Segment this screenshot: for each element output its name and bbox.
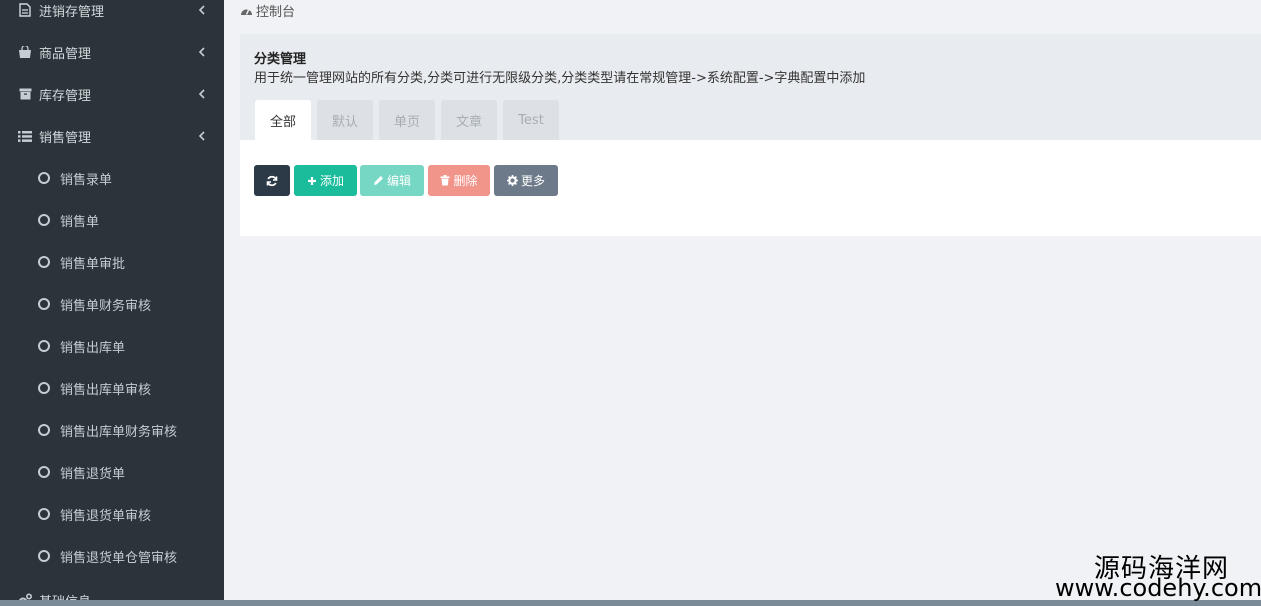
sidebar-subitem-sales-return-warehouse-review[interactable]: 销售退货单仓管审核	[0, 535, 224, 577]
more-button[interactable]: 更多	[494, 165, 558, 196]
circle-icon	[38, 298, 50, 310]
edit-button-label: 编辑	[386, 174, 411, 188]
chevron-left-icon	[198, 3, 206, 17]
dashboard-icon	[240, 5, 253, 16]
sidebar-subitem-sales-order-finance-review[interactable]: 销售单财务审核	[0, 283, 224, 325]
watermark-url: www.codehy.com	[1055, 574, 1261, 602]
gear-icon	[506, 175, 518, 186]
sidebar-subitem-label: 销售退货单审核	[60, 508, 152, 524]
chevron-left-icon	[198, 87, 206, 101]
tab-test[interactable]: Test	[503, 100, 559, 140]
circle-icon	[38, 382, 50, 394]
sidebar-item-sales[interactable]: 销售管理	[0, 115, 224, 157]
refresh-icon	[266, 175, 278, 187]
sidebar-subitem-label: 销售退货单	[60, 466, 126, 482]
sidebar-subitem-sales-outbound-finance-review[interactable]: 销售出库单财务审核	[0, 409, 224, 451]
sidebar-item-label: 库存管理	[39, 88, 92, 104]
delete-button-label: 删除	[453, 174, 478, 188]
sidebar-subitem-label: 销售退货单仓管审核	[60, 550, 178, 566]
circle-icon	[38, 214, 50, 226]
circle-icon	[38, 550, 50, 562]
tab-article[interactable]: 文章	[441, 100, 497, 140]
page-description: 用于统一管理网站的所有分类,分类可进行无限级分类,分类类型请在常规管理->系统配…	[254, 71, 866, 86]
tab-all[interactable]: 全部	[255, 100, 311, 140]
tab-single-page[interactable]: 单页	[379, 100, 435, 140]
sidebar-item-inventory-system[interactable]: 进销存管理	[0, 0, 224, 31]
sidebar-subitem-sales-order[interactable]: 销售单	[0, 199, 224, 241]
chevron-left-icon	[198, 129, 206, 143]
sidebar-item-products[interactable]: 商品管理	[0, 31, 224, 73]
circle-icon	[38, 256, 50, 268]
tab-default[interactable]: 默认	[317, 100, 373, 140]
more-button-label: 更多	[520, 174, 545, 188]
sidebar-subitem-sales-outbound[interactable]: 销售出库单	[0, 325, 224, 367]
circle-icon	[38, 424, 50, 436]
sidebar-subitem-label: 销售录单	[60, 172, 113, 188]
circle-icon	[38, 340, 50, 352]
sidebar-item-label: 销售管理	[39, 130, 92, 146]
sidebar-item-basic-info[interactable]: 基础信息	[0, 579, 224, 600]
sidebar-subitem-label: 销售出库单	[60, 340, 126, 356]
sidebar-subitem-sales-return-review[interactable]: 销售退货单审核	[0, 493, 224, 535]
sidebar-subitem-label: 销售单审批	[60, 256, 126, 272]
circle-icon	[38, 172, 50, 184]
plus-icon	[307, 176, 317, 186]
file-icon	[18, 3, 32, 17]
delete-button[interactable]: 删除	[428, 165, 490, 196]
circle-icon	[38, 508, 50, 520]
circle-icon	[38, 466, 50, 478]
panel-body: 添加 编辑 删除 更多	[240, 140, 1261, 236]
sidebar-item-label: 商品管理	[39, 46, 92, 62]
edit-button[interactable]: 编辑	[360, 165, 424, 196]
sidebar-subitem-label: 销售出库单审核	[60, 382, 152, 398]
sidebar-subitem-label: 销售出库单财务审核	[60, 424, 178, 440]
list-icon	[18, 129, 32, 143]
sidebar-subitem-sales-entry[interactable]: 销售录单	[0, 157, 224, 199]
sidebar-subitem-sales-order-approval[interactable]: 销售单审批	[0, 241, 224, 283]
sidebar-subitem-label: 销售单财务审核	[60, 298, 152, 314]
sidebar-item-label: 进销存管理	[39, 4, 105, 20]
sidebar-subitem-label: 销售单	[60, 214, 100, 230]
sidebar-subitem-sales-return[interactable]: 销售退货单	[0, 451, 224, 493]
add-button-label: 添加	[319, 174, 344, 188]
archive-icon	[18, 87, 32, 101]
sidebar-subitem-sales-outbound-review[interactable]: 销售出库单审核	[0, 367, 224, 409]
breadcrumb[interactable]: 控制台	[240, 2, 296, 20]
pencil-icon	[373, 175, 384, 186]
page-title: 分类管理	[254, 52, 307, 67]
sidebar: 进销存管理 商品管理 库存管理 销售管理 销售录单 销售单 销售单审批 销售单财…	[0, 0, 224, 600]
shopping-bag-icon	[18, 45, 32, 59]
cogs-icon	[18, 593, 32, 600]
sidebar-item-label: 基础信息	[39, 591, 91, 601]
add-button[interactable]: 添加	[294, 165, 357, 196]
sidebar-item-inventory[interactable]: 库存管理	[0, 73, 224, 115]
chevron-left-icon	[198, 45, 206, 59]
trash-icon	[440, 175, 450, 186]
refresh-button[interactable]	[254, 165, 290, 196]
breadcrumb-label: 控制台	[256, 4, 296, 20]
panel-header: 分类管理 用于统一管理网站的所有分类,分类可进行无限级分类,分类类型请在常规管理…	[240, 34, 1261, 140]
